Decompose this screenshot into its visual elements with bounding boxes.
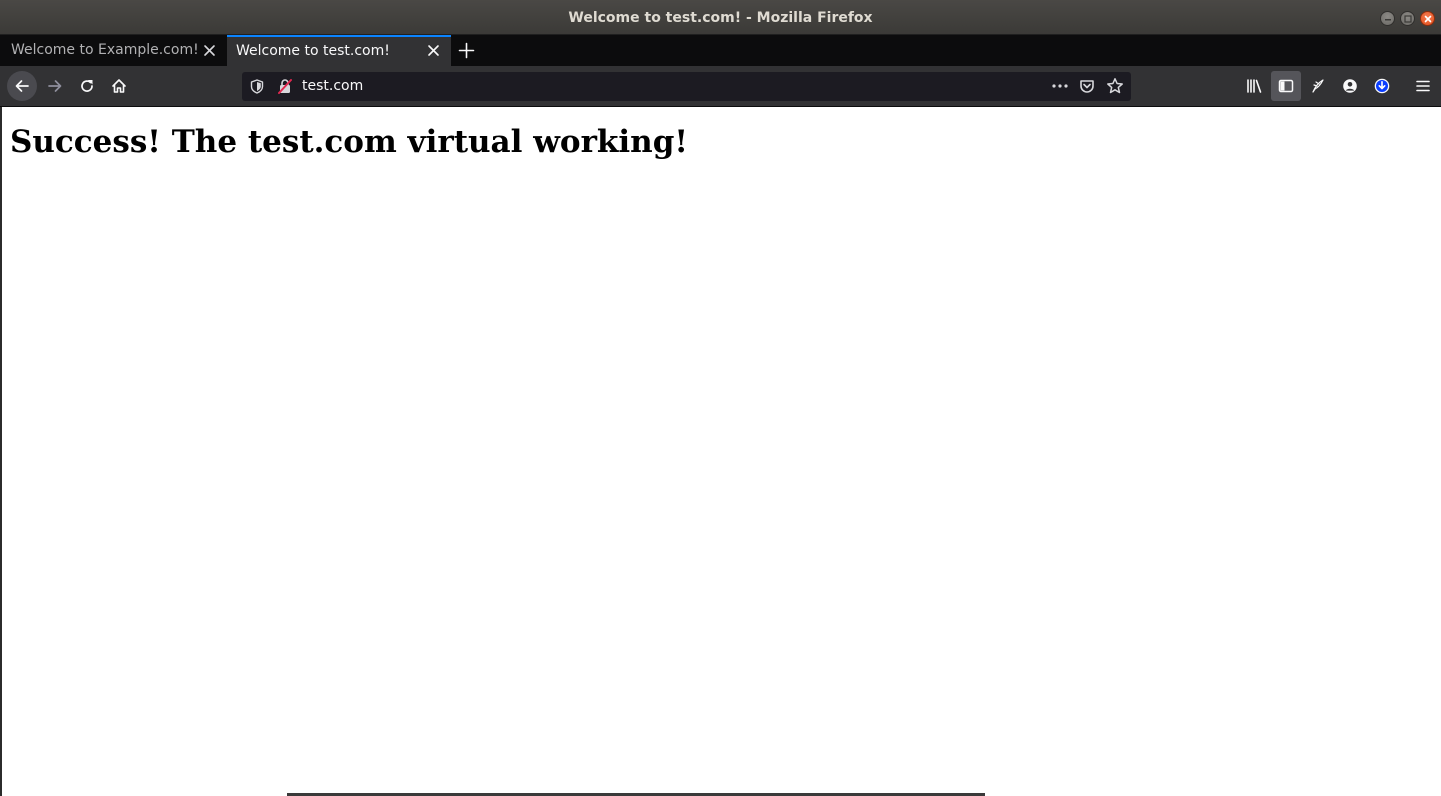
- back-arrow-icon: [15, 80, 29, 92]
- insecure-lock-icon[interactable]: [278, 78, 292, 94]
- extension-icon: [1312, 79, 1324, 93]
- minimize-icon[interactable]: [1380, 11, 1395, 26]
- close-tab-icon[interactable]: [203, 44, 216, 57]
- sidebar-icon: [1278, 79, 1294, 93]
- close-tab-icon[interactable]: [427, 44, 440, 57]
- browser-window: Welcome to test.com! - Mozilla Firefox W…: [0, 0, 1441, 796]
- download-icon: [1374, 78, 1390, 94]
- maximize-icon[interactable]: [1400, 11, 1415, 26]
- navigation-toolbar: test.com: [0, 66, 1441, 107]
- url-text[interactable]: test.com: [302, 72, 363, 101]
- reload-icon: [81, 80, 93, 92]
- tab-example[interactable]: Welcome to Example.com!: [2, 35, 225, 66]
- account-button[interactable]: [1335, 71, 1365, 101]
- reload-button[interactable]: [72, 71, 102, 101]
- page-content: Success! The test.com virtual working!: [0, 107, 1441, 796]
- home-button[interactable]: [104, 71, 134, 101]
- more-actions-icon[interactable]: [1051, 79, 1069, 93]
- forward-arrow-icon: [48, 80, 62, 92]
- library-button[interactable]: [1239, 71, 1269, 101]
- close-icon[interactable]: [1420, 11, 1435, 26]
- bookmark-star-icon[interactable]: [1106, 77, 1124, 95]
- url-bar[interactable]: test.com: [242, 72, 1131, 101]
- shield-icon[interactable]: [250, 79, 264, 94]
- page-heading: Success! The test.com virtual working!: [10, 124, 688, 160]
- tab-strip: Welcome to Example.com! Welcome to test.…: [0, 35, 1441, 66]
- title-bar: Welcome to test.com! - Mozilla Firefox: [0, 0, 1441, 35]
- tab-label: Welcome to Example.com!: [11, 42, 199, 58]
- download-button[interactable]: [1367, 71, 1397, 101]
- home-icon: [112, 79, 126, 93]
- extension-button[interactable]: [1303, 71, 1333, 101]
- sidebar-button[interactable]: [1271, 71, 1301, 101]
- back-button[interactable]: [7, 71, 37, 101]
- hamburger-menu-icon: [1416, 80, 1430, 92]
- account-icon: [1343, 79, 1357, 93]
- tab-test[interactable]: Welcome to test.com!: [227, 35, 451, 66]
- tab-label: Welcome to test.com!: [236, 43, 390, 59]
- library-icon: [1247, 79, 1262, 93]
- forward-button[interactable]: [40, 71, 70, 101]
- new-tab-plus-icon[interactable]: [458, 42, 475, 59]
- pocket-icon[interactable]: [1079, 78, 1095, 94]
- menu-button[interactable]: [1408, 71, 1438, 101]
- window-title: Welcome to test.com! - Mozilla Firefox: [568, 10, 873, 26]
